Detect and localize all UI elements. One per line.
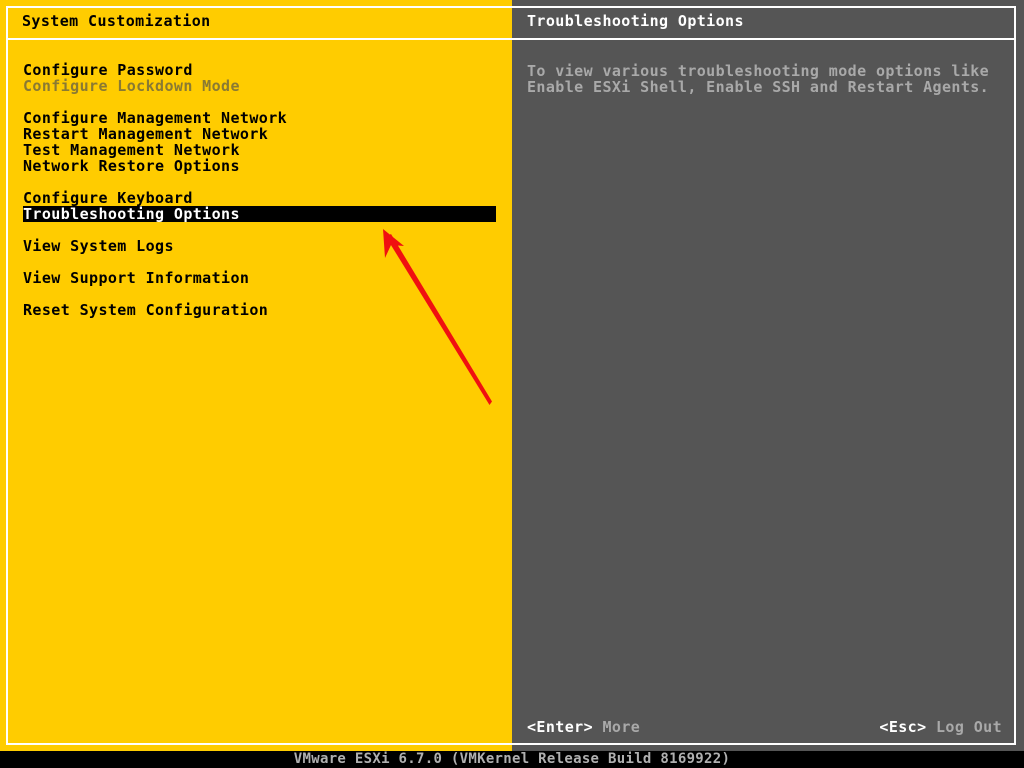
- menu-item-view-support-information[interactable]: View Support Information: [0, 270, 512, 286]
- menu-item-test-management-network[interactable]: Test Management Network: [0, 142, 512, 158]
- detail-panel-title: Troubleshooting Options: [527, 12, 744, 30]
- hint-enter-label: More: [602, 718, 641, 736]
- hint-esc-logout[interactable]: <Esc> Log Out: [879, 718, 1002, 736]
- left-panel-title: System Customization: [22, 12, 211, 30]
- menu-item-view-system-logs[interactable]: View System Logs: [0, 238, 512, 254]
- menu-group-system-logs: View System Logs: [0, 238, 512, 254]
- right-panel-border: [512, 6, 1016, 745]
- menu-item-configure-lockdown-mode: Configure Lockdown Mode: [23, 77, 240, 95]
- menu-item-network-restore-options[interactable]: Network Restore Options: [0, 158, 512, 174]
- left-panel-title-divider: [8, 38, 512, 40]
- esxi-dcui-screen: System Customization Configure Password …: [0, 0, 1024, 768]
- menu-item-reset-system-configuration[interactable]: Reset System Configuration: [0, 302, 512, 318]
- menu-group-keyboard-troubleshooting: Configure Keyboard Troubleshooting Optio…: [0, 190, 512, 222]
- menu-item-configure-management-network[interactable]: Configure Management Network: [0, 110, 512, 126]
- system-customization-panel: System Customization Configure Password …: [0, 0, 512, 751]
- version-status-bar: VMware ESXi 6.7.0 (VMKernel Release Buil…: [0, 751, 1024, 768]
- hint-esc-key: <Esc>: [879, 718, 927, 736]
- menu-item-restart-management-network[interactable]: Restart Management Network: [0, 126, 512, 142]
- menu-group-network: Configure Management Network Restart Man…: [0, 110, 512, 174]
- detail-panel-title-divider: [512, 38, 1016, 40]
- menu-item-configure-keyboard[interactable]: Configure Keyboard: [0, 190, 512, 206]
- system-customization-menu: Configure Password Configure Lockdown Mo…: [0, 62, 512, 334]
- menu-group-security: Configure Password Configure Lockdown Mo…: [0, 62, 512, 94]
- hint-enter-more[interactable]: <Enter> More: [527, 718, 640, 736]
- hint-esc-label: Log Out: [935, 718, 1002, 736]
- menu-item-configure-password[interactable]: Configure Password: [0, 62, 512, 78]
- detail-panel-description: To view various troubleshooting mode opt…: [527, 62, 990, 96]
- menu-item-troubleshooting-options[interactable]: Troubleshooting Options: [23, 206, 496, 222]
- menu-group-support-information: View Support Information: [0, 270, 512, 286]
- key-hints-bar: <Enter> More <Esc> Log Out: [512, 718, 1016, 736]
- hint-enter-key: <Enter>: [527, 718, 594, 736]
- menu-group-reset: Reset System Configuration: [0, 302, 512, 318]
- detail-panel: Troubleshooting Options To view various …: [512, 0, 1024, 751]
